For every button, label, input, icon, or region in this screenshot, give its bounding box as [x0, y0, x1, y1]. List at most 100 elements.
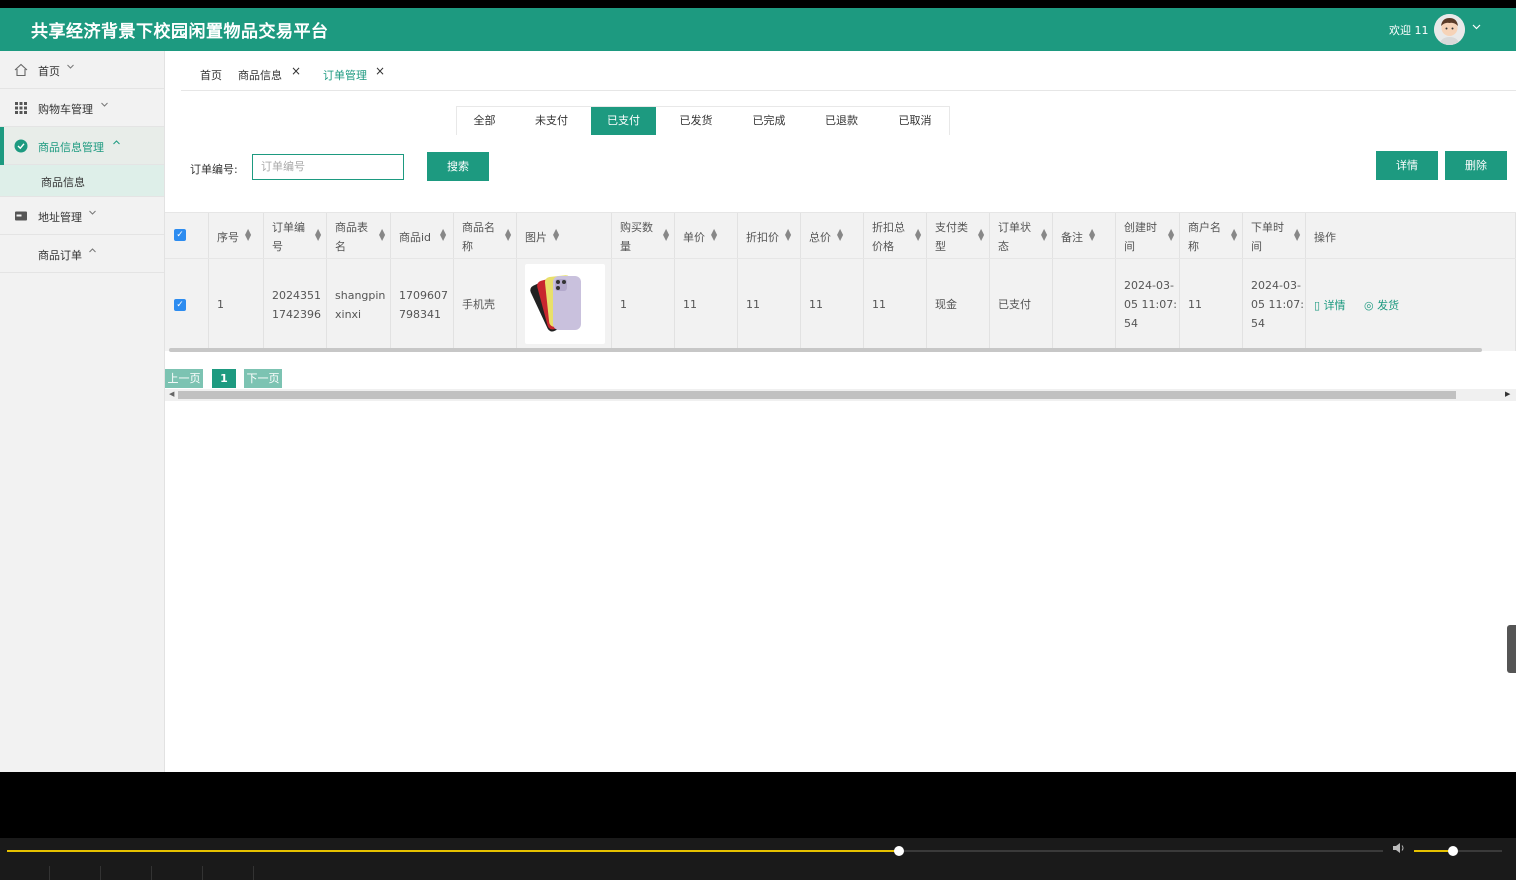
sort-icon[interactable]: ▲ ▼	[915, 228, 921, 242]
column-header[interactable]: 序号 ▲ ▼	[209, 213, 264, 258]
header-checkbox-cell: ✓	[165, 213, 209, 258]
column-header-label: 单价	[683, 231, 705, 244]
horizontal-scrollbar[interactable]: ◀ ▶	[165, 389, 1516, 401]
column-header[interactable]: 商品表名 ▲ ▼	[327, 213, 391, 258]
sort-icon[interactable]: ▲ ▼	[1041, 228, 1047, 242]
progress-knob[interactable]	[894, 846, 904, 856]
order-status-tabs: 全部 未支付 已支付 已发货 已完成 已退款 已取消	[456, 106, 950, 135]
delete-button[interactable]: 删除	[1445, 151, 1507, 180]
page-tabs: 首页 商品信息 × 订单管理 ×	[181, 51, 1516, 91]
column-header-label: 号	[272, 240, 283, 253]
sort-icon[interactable]: ▲ ▼	[1294, 228, 1300, 242]
sort-icon[interactable]: ▲ ▼	[837, 228, 843, 242]
close-icon[interactable]: ×	[375, 64, 385, 78]
column-header[interactable]: 操作	[1306, 213, 1516, 258]
goods-name: 手机壳	[462, 298, 495, 311]
volume-knob[interactable]	[1448, 846, 1458, 856]
table-cell: ▯ 详情 ◎ 发货	[1306, 259, 1516, 351]
sidebar-item-label: 商品订单	[38, 249, 82, 262]
order-table: ✓ 序号 ▲ ▼ 订单编号 ▲ ▼ 商品表名 ▲ ▼ 商品id ▲ ▼ 商品名称 ▲ ▼ 图片 ▲ ▼ 购买数量 ▲ ▼ 单…	[165, 212, 1516, 352]
column-header[interactable]: 创建时间 ▲ ▼	[1116, 213, 1180, 258]
avatar[interactable]	[1434, 14, 1465, 45]
sort-icon[interactable]: ▲ ▼	[315, 228, 321, 242]
sidebar-item-home[interactable]: 首页	[0, 51, 164, 89]
sort-icon[interactable]: ▲ ▼	[663, 228, 669, 242]
column-header[interactable]: 总价 ▲ ▼	[801, 213, 864, 258]
sort-icon[interactable]: ▲ ▼	[1089, 228, 1095, 242]
sort-icon[interactable]: ▲ ▼	[379, 228, 385, 242]
table-row[interactable]: ✓ 1 2024351 1742396 shangpin xinxi 1709607 7983…	[165, 259, 1516, 351]
table-cell: 11	[675, 259, 738, 351]
tab-order-manage[interactable]: 订单管理	[323, 67, 367, 83]
tab-goods-info[interactable]: 商品信息	[238, 67, 282, 83]
status-tab-completed[interactable]: 已完成	[736, 107, 802, 135]
row-ship-label: 发货	[1377, 299, 1400, 312]
column-header[interactable]: 购买数量 ▲ ▼	[612, 213, 675, 258]
discount-price: 11	[746, 298, 760, 311]
column-header[interactable]: 订单状态 ▲ ▼	[990, 213, 1053, 258]
page-number-button[interactable]: 1	[212, 369, 236, 388]
sort-icon[interactable]: ▲ ▼	[505, 228, 511, 242]
sort-icon[interactable]: ▲ ▼	[440, 228, 446, 242]
product-image	[525, 264, 605, 344]
order-time: 54	[1251, 317, 1265, 330]
card-icon	[14, 209, 28, 223]
status-tab-shipped[interactable]: 已发货	[656, 107, 736, 135]
table-inner-scrollbar[interactable]	[169, 348, 1482, 352]
close-icon[interactable]: ×	[291, 64, 301, 78]
row-detail-link[interactable]: ▯ 详情	[1314, 297, 1346, 313]
column-header-label: 名	[335, 240, 346, 253]
column-header[interactable]: 折扣总 价格 ▲ ▼	[864, 213, 927, 258]
chevron-down-icon[interactable]	[1472, 21, 1481, 34]
column-header[interactable]: 图片 ▲ ▼	[517, 213, 612, 258]
order-number: 1742396	[272, 308, 321, 321]
column-header[interactable]: 单价 ▲ ▼	[675, 213, 738, 258]
sidebar-subitem-goods-info[interactable]: 商品信息	[0, 165, 164, 197]
column-header[interactable]: 折扣价 ▲ ▼	[738, 213, 801, 258]
sort-icon[interactable]: ▲ ▼	[785, 228, 791, 242]
select-all-checkbox[interactable]: ✓	[174, 229, 186, 241]
order-number-input[interactable]	[252, 154, 404, 180]
column-header[interactable]: 商品id ▲ ▼	[391, 213, 454, 258]
sidebar-item-cart[interactable]: 购物车管理	[0, 89, 164, 127]
side-panel-handle[interactable]	[1507, 625, 1516, 673]
sort-icon[interactable]: ▲ ▼	[1231, 228, 1237, 242]
sidebar-item-address[interactable]: 地址管理	[0, 197, 164, 235]
detail-button[interactable]: 详情	[1376, 151, 1438, 180]
status-tab-unpaid[interactable]: 未支付	[512, 107, 591, 135]
row-ship-link[interactable]: ◎ 发货	[1364, 297, 1399, 313]
sort-icon[interactable]: ▲ ▼	[978, 228, 984, 242]
column-header-label: 创建时	[1124, 221, 1157, 234]
column-header[interactable]: 订单编号 ▲ ▼	[264, 213, 327, 258]
search-button[interactable]: 搜索	[427, 152, 489, 181]
scrollbar-thumb[interactable]	[178, 391, 1456, 399]
column-header[interactable]: 商品名称 ▲ ▼	[454, 213, 517, 258]
total-price: 11	[809, 298, 823, 311]
volume-icon[interactable]	[1392, 842, 1406, 857]
sidebar-item-label: 首页	[38, 65, 60, 78]
status-tab-all[interactable]: 全部	[457, 107, 512, 135]
status-tab-cancelled[interactable]: 已取消	[881, 107, 949, 135]
prev-page-button[interactable]: 上一页	[165, 369, 203, 388]
status-tab-paid[interactable]: 已支付	[591, 107, 656, 135]
sort-icon[interactable]: ▲ ▼	[1168, 228, 1174, 242]
sidebar-item-goods-order[interactable]: 商品订单	[0, 235, 164, 273]
sort-icon[interactable]: ▲ ▼	[553, 228, 559, 242]
next-page-button[interactable]: 下一页	[244, 369, 282, 388]
row-checkbox[interactable]: ✓	[174, 299, 186, 311]
column-header[interactable]: 备注 ▲ ▼	[1053, 213, 1116, 258]
status-tab-refunded[interactable]: 已退款	[802, 107, 881, 135]
column-header-label: 支付类	[935, 221, 968, 234]
tab-home[interactable]: 首页	[200, 67, 222, 83]
sort-icon[interactable]: ▲ ▼	[711, 228, 717, 242]
scroll-right-icon[interactable]: ▶	[1505, 390, 1510, 398]
column-header-label: 商品表	[335, 221, 368, 234]
column-header[interactable]: 支付类型 ▲ ▼	[927, 213, 990, 258]
sidebar-item-goods-manage[interactable]: 商品信息管理	[0, 127, 164, 165]
scroll-left-icon[interactable]: ◀	[169, 390, 174, 398]
column-header[interactable]: 商户名称 ▲ ▼	[1180, 213, 1243, 258]
sort-icon[interactable]: ▲ ▼	[245, 228, 251, 242]
sidebar: 首页 购物车管理 商品信息管理 商品信息 地址管理 商品订单	[0, 51, 165, 772]
column-header[interactable]: 下单时间 ▲ ▼	[1243, 213, 1306, 258]
created-time: 54	[1124, 317, 1138, 330]
